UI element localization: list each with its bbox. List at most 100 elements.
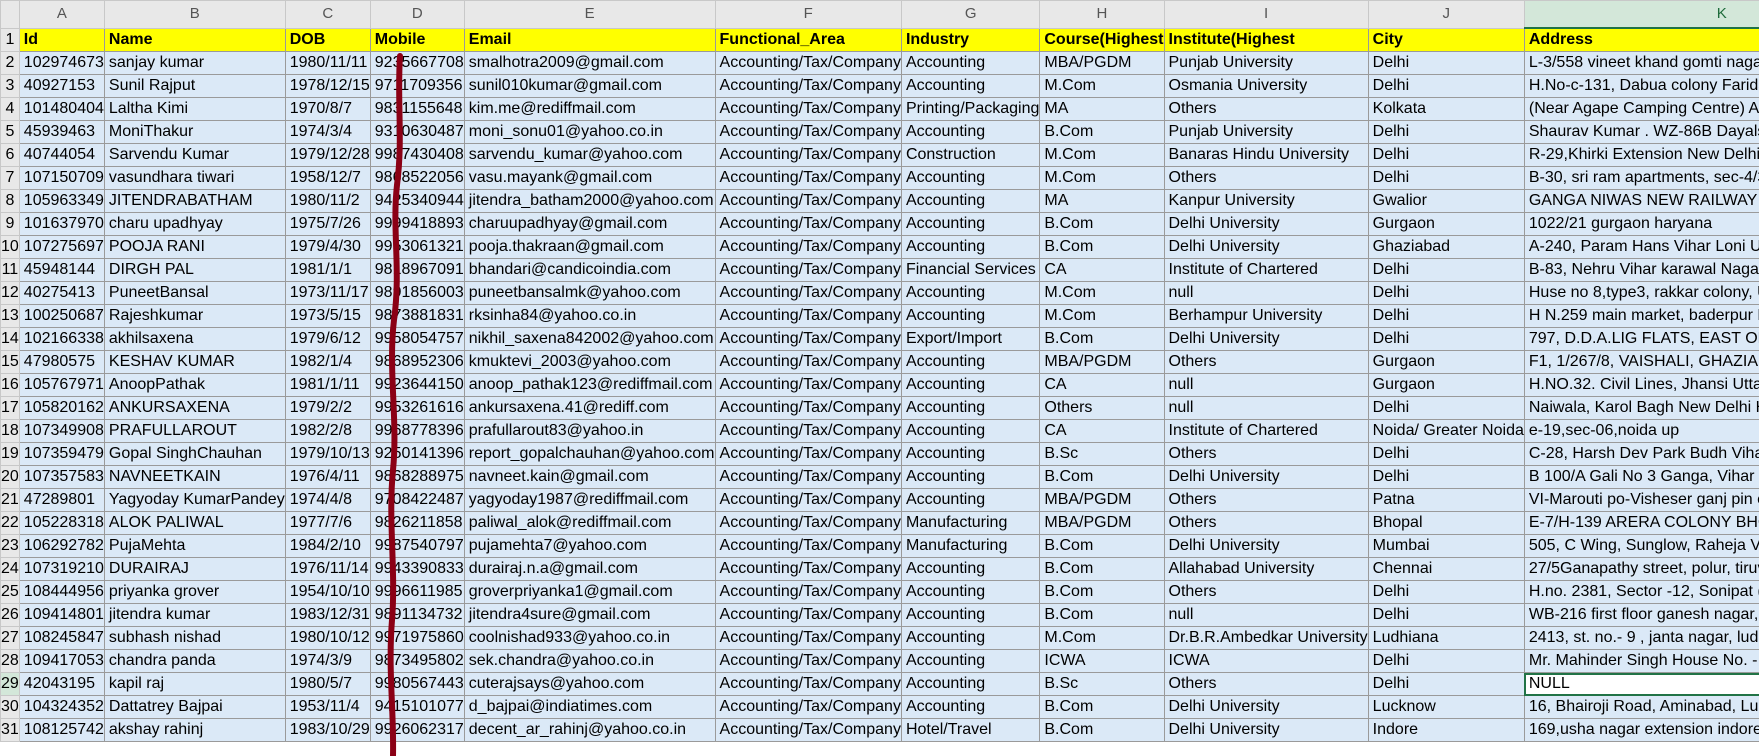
- cell-functional-area[interactable]: Accounting/Tax/Company: [714, 718, 902, 742]
- cell-email[interactable]: pooja.thakraan@gmail.com: [463, 235, 716, 259]
- cell-name[interactable]: PuneetBansal: [103, 281, 286, 305]
- cell-address[interactable]: 797, D.D.A.LIG FLATS, EAST OF LONI RD, N…: [1523, 327, 1759, 351]
- cell-email[interactable]: sarvendu_kumar@yahoo.com: [463, 143, 716, 167]
- cell-email[interactable]: smalhotra2009@gmail.com: [463, 51, 716, 75]
- cell-city[interactable]: Indore: [1367, 718, 1525, 742]
- cell-name[interactable]: priyanka grover: [103, 580, 286, 604]
- cell-industry[interactable]: Construction: [900, 143, 1041, 167]
- row-header-18[interactable]: 18: [0, 419, 20, 443]
- row-header-14[interactable]: 14: [0, 327, 20, 351]
- cell-address[interactable]: C-28, Harsh Dev Park Budh Vihar Phase-II…: [1523, 442, 1759, 466]
- cell-functional-area[interactable]: Accounting/Tax/Company: [714, 488, 902, 512]
- cell-functional-area[interactable]: Accounting/Tax/Company: [714, 557, 902, 581]
- row-header-31[interactable]: 31: [0, 718, 20, 742]
- cell-address[interactable]: H N.259 main market, baderpur New delhi …: [1523, 304, 1759, 328]
- cell-city[interactable]: Gurgaon: [1367, 350, 1525, 374]
- cell-mobile[interactable]: 9971975860: [369, 626, 465, 650]
- cell-course[interactable]: M.Com: [1039, 304, 1165, 328]
- cell-name[interactable]: Gopal SinghChauhan: [103, 442, 286, 466]
- cell-id[interactable]: 47980575: [18, 350, 105, 374]
- cell-course[interactable]: M.Com: [1039, 281, 1165, 305]
- cell-city[interactable]: Delhi: [1367, 143, 1525, 167]
- row-header-6[interactable]: 6: [0, 143, 20, 167]
- header-cell-email[interactable]: Email: [463, 27, 716, 52]
- cell-industry[interactable]: Accounting: [900, 695, 1041, 719]
- cell-name[interactable]: akhilsaxena: [103, 327, 286, 351]
- cell-id[interactable]: 102166338: [18, 327, 105, 351]
- cell-id[interactable]: 107349908: [18, 419, 105, 443]
- cell-dob[interactable]: 1975/7/26: [284, 212, 371, 236]
- cell-dob[interactable]: 1980/11/11: [284, 51, 371, 75]
- cell-name[interactable]: PRAFULLAROUT: [103, 419, 286, 443]
- cell-city[interactable]: Delhi: [1367, 672, 1525, 696]
- cell-mobile[interactable]: 9708422487: [369, 488, 465, 512]
- cell-city[interactable]: Delhi: [1367, 649, 1525, 673]
- row-header-28[interactable]: 28: [0, 649, 20, 673]
- cell-dob[interactable]: 1976/4/11: [284, 465, 371, 489]
- cell-address[interactable]: GANGA NIWAS NEW RAILWAY COLONY TANSEN: [1523, 189, 1759, 213]
- cell-mobile[interactable]: 9873881831: [369, 304, 465, 328]
- cell-institute[interactable]: Others: [1163, 488, 1369, 512]
- cell-name[interactable]: Sunil Rajput: [103, 74, 286, 98]
- cell-mobile[interactable]: 9980567443: [369, 672, 465, 696]
- cell-mobile[interactable]: 9968778396: [369, 419, 465, 443]
- cell-address[interactable]: 2413, st. no.- 9 , janta nagar, ludhiana…: [1523, 626, 1759, 650]
- cell-city[interactable]: Delhi: [1367, 327, 1525, 351]
- cell-institute[interactable]: Osmania University: [1163, 74, 1369, 98]
- cell-functional-area[interactable]: Accounting/Tax/Company: [714, 166, 902, 190]
- cell-city[interactable]: Mumbai: [1367, 534, 1525, 558]
- cell-id[interactable]: 105228318: [18, 511, 105, 535]
- cell-mobile[interactable]: 9923644150: [369, 373, 465, 397]
- cell-name[interactable]: MoniThakur: [103, 120, 286, 144]
- cell-industry[interactable]: Manufacturing: [900, 511, 1041, 535]
- cell-city[interactable]: Bhopal: [1367, 511, 1525, 535]
- column-header-i[interactable]: I: [1163, 0, 1369, 29]
- column-header-f[interactable]: F: [714, 0, 902, 29]
- cell-dob[interactable]: 1981/1/1: [284, 258, 371, 282]
- cell-mobile[interactable]: 9425340944: [369, 189, 465, 213]
- cell-course[interactable]: MA: [1039, 189, 1165, 213]
- cell-functional-area[interactable]: Accounting/Tax/Company: [714, 695, 902, 719]
- cell-name[interactable]: PujaMehta: [103, 534, 286, 558]
- cell-dob[interactable]: 1980/11/2: [284, 189, 371, 213]
- cell-dob[interactable]: 1982/2/8: [284, 419, 371, 443]
- column-header-g[interactable]: G: [900, 0, 1041, 29]
- cell-name[interactable]: Dattatrey Bajpai: [103, 695, 286, 719]
- cell-functional-area[interactable]: Accounting/Tax/Company: [714, 465, 902, 489]
- cell-dob[interactable]: 1980/10/12: [284, 626, 371, 650]
- cell-functional-area[interactable]: Accounting/Tax/Company: [714, 304, 902, 328]
- cell-email[interactable]: cuterajsays@yahoo.com: [463, 672, 716, 696]
- row-header-23[interactable]: 23: [0, 534, 20, 558]
- cell-functional-area[interactable]: Accounting/Tax/Company: [714, 511, 902, 535]
- cell-industry[interactable]: Accounting: [900, 304, 1041, 328]
- cell-dob[interactable]: 1983/12/31: [284, 603, 371, 627]
- cell-functional-area[interactable]: Accounting/Tax/Company: [714, 189, 902, 213]
- cell-id[interactable]: 106292782: [18, 534, 105, 558]
- cell-name[interactable]: DIRGH PAL: [103, 258, 286, 282]
- cell-dob[interactable]: 1977/7/6: [284, 511, 371, 535]
- cell-functional-area[interactable]: Accounting/Tax/Company: [714, 672, 902, 696]
- cell-name[interactable]: vasundhara tiwari: [103, 166, 286, 190]
- cell-city[interactable]: Delhi: [1367, 166, 1525, 190]
- cell-institute[interactable]: Delhi University: [1163, 235, 1369, 259]
- cell-address[interactable]: A-240, Param Hans Vihar Loni UTTAR PRADE…: [1523, 235, 1759, 259]
- row-header-1[interactable]: 1: [0, 27, 20, 52]
- cell-industry[interactable]: Accounting: [900, 212, 1041, 236]
- row-header-25[interactable]: 25: [0, 580, 20, 604]
- row-header-4[interactable]: 4: [0, 97, 20, 121]
- row-header-12[interactable]: 12: [0, 281, 20, 305]
- cell-city[interactable]: Delhi: [1367, 304, 1525, 328]
- cell-email[interactable]: decent_ar_rahinj@yahoo.co.in: [463, 718, 716, 742]
- cell-email[interactable]: prafullarout83@yahoo.in: [463, 419, 716, 443]
- cell-name[interactable]: NAVNEETKAIN: [103, 465, 286, 489]
- header-cell-course[interactable]: Course(Highest: [1039, 27, 1165, 52]
- cell-dob[interactable]: 1982/1/4: [284, 350, 371, 374]
- cell-dob[interactable]: 1973/5/15: [284, 304, 371, 328]
- cell-course[interactable]: MBA/PGDM: [1039, 488, 1165, 512]
- cell-dob[interactable]: 1978/12/15: [284, 74, 371, 98]
- cell-email[interactable]: navneet.kain@gmail.com: [463, 465, 716, 489]
- cell-functional-area[interactable]: Accounting/Tax/Company: [714, 51, 902, 75]
- column-header-e[interactable]: E: [463, 0, 716, 29]
- cell-course[interactable]: M.Com: [1039, 143, 1165, 167]
- cell-mobile[interactable]: 9868288975: [369, 465, 465, 489]
